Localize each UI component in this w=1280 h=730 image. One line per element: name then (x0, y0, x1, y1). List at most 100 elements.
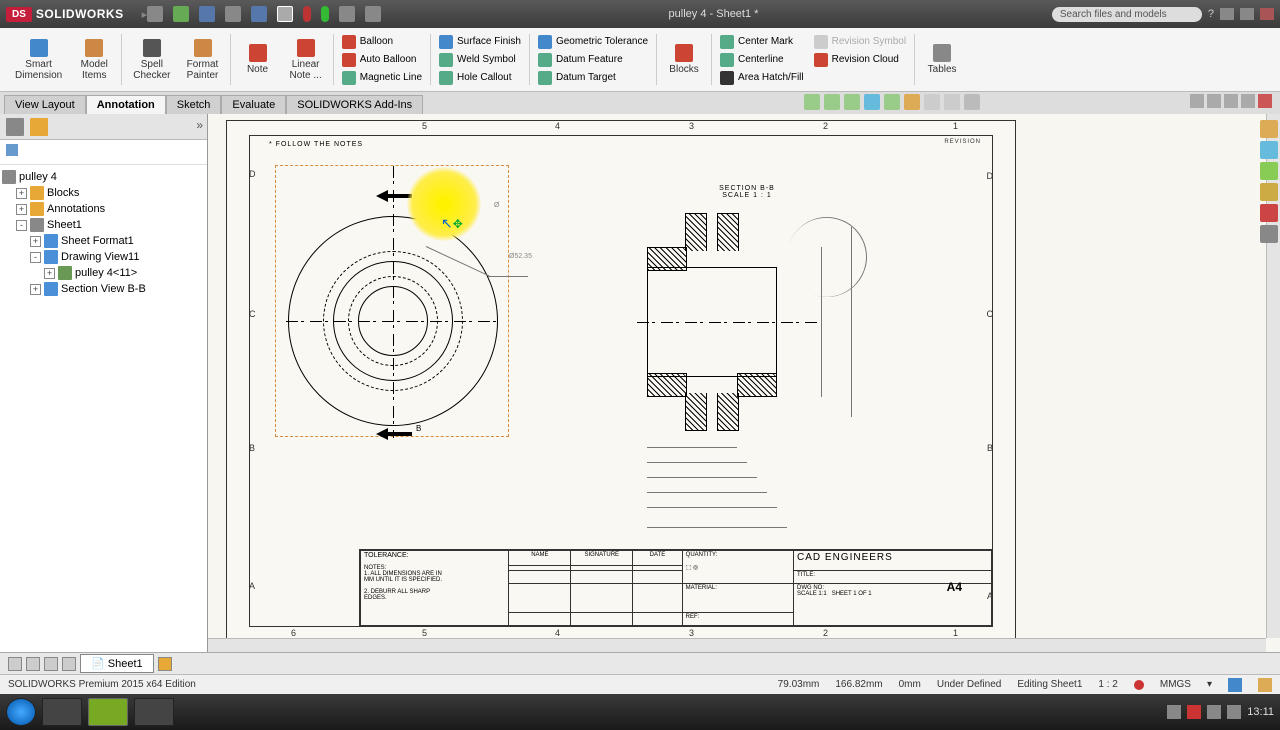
close-button[interactable] (1260, 8, 1274, 20)
balloon-button[interactable]: Balloon (338, 34, 426, 50)
tree-section-view[interactable]: +Section View B-B (30, 281, 205, 297)
last-sheet-icon[interactable] (62, 657, 76, 671)
first-sheet-icon[interactable] (8, 657, 22, 671)
minimize-button[interactable] (1220, 8, 1234, 20)
datum-feature-button[interactable]: Datum Feature (534, 52, 652, 68)
tray-flag-icon[interactable] (1167, 705, 1181, 719)
view-palette-icon[interactable] (1260, 183, 1278, 201)
tab-view-layout[interactable]: View Layout (4, 95, 86, 114)
section-view[interactable] (647, 207, 887, 537)
print-icon[interactable] (225, 6, 241, 22)
3d-view-icon[interactable] (944, 94, 960, 110)
centerline-button[interactable]: Centerline (716, 52, 808, 68)
more-icon[interactable] (365, 6, 381, 22)
open-icon[interactable] (173, 6, 189, 22)
tree-filter[interactable] (0, 140, 207, 165)
tree-sheet1[interactable]: -Sheet1 (16, 217, 205, 233)
expand-icon[interactable]: + (16, 188, 27, 199)
blocks-button[interactable]: Blocks (661, 30, 707, 89)
prev-sheet-icon[interactable] (26, 657, 40, 671)
taskbar-explorer[interactable] (42, 698, 82, 726)
tree-blocks[interactable]: +Blocks (16, 185, 205, 201)
collapse-icon[interactable]: - (30, 252, 41, 263)
weld-symbol-button[interactable]: Weld Symbol (435, 52, 525, 68)
zoom-area-icon[interactable] (824, 94, 840, 110)
tree-tab2-icon[interactable] (30, 118, 48, 136)
next-sheet-icon[interactable] (44, 657, 58, 671)
surface-finish-button[interactable]: Surface Finish (435, 34, 525, 50)
taskbar-solidworks[interactable] (88, 698, 128, 726)
linear-note-button[interactable]: Linear Note ... (283, 30, 329, 89)
area-hatch-button[interactable]: Area Hatch/Fill (716, 70, 808, 86)
geometric-tolerance-button[interactable]: Geometric Tolerance (534, 34, 652, 50)
tree-tab-icon[interactable] (6, 118, 24, 136)
hole-callout-button[interactable]: Hole Callout (435, 70, 525, 86)
resources-icon[interactable] (1260, 120, 1278, 138)
undo-icon[interactable] (251, 6, 267, 22)
add-sheet-icon[interactable] (158, 657, 172, 671)
tab-addins[interactable]: SOLIDWORKS Add-Ins (286, 95, 423, 114)
prev-view-icon[interactable] (844, 94, 860, 110)
expand-icon[interactable]: + (44, 268, 55, 279)
zoom-fit-icon[interactable] (804, 94, 820, 110)
center-mark-button[interactable]: Center Mark (716, 34, 808, 50)
format-painter-button[interactable]: Format Painter (180, 30, 226, 89)
collapse-tree-icon[interactable]: » (196, 118, 203, 132)
units-label[interactable]: MMGS (1160, 679, 1191, 690)
select-icon[interactable] (277, 6, 293, 22)
clock[interactable]: 13:11 (1247, 706, 1274, 718)
viewport-link-icon[interactable] (1241, 94, 1255, 108)
revision-symbol-button[interactable]: Revision Symbol (810, 34, 910, 50)
magnetic-line-button[interactable]: Magnetic Line (338, 70, 426, 86)
help-status-icon[interactable] (1228, 678, 1242, 692)
tab-evaluate[interactable]: Evaluate (221, 95, 286, 114)
viewport-single-icon[interactable] (1190, 94, 1204, 108)
tray-network-icon[interactable] (1187, 705, 1201, 719)
tab-annotation[interactable]: Annotation (86, 95, 166, 114)
file-explorer-icon[interactable] (1260, 162, 1278, 180)
tray-volume-icon[interactable] (1207, 705, 1221, 719)
new-icon[interactable] (147, 6, 163, 22)
viewport-four-icon[interactable] (1224, 94, 1238, 108)
search-input[interactable]: Search files and models (1052, 7, 1202, 22)
tab-sketch[interactable]: Sketch (166, 95, 222, 114)
datum-target-button[interactable]: Datum Target (534, 70, 652, 86)
viewport-two-icon[interactable] (1207, 94, 1221, 108)
collapse-icon[interactable]: - (16, 220, 27, 231)
tree-root[interactable]: pulley 4 (2, 169, 205, 185)
rebuild2-icon[interactable] (321, 6, 329, 22)
h-scrollbar[interactable] (208, 638, 1266, 652)
expand-icon[interactable]: + (30, 284, 41, 295)
taskbar-app3[interactable] (134, 698, 174, 726)
tree-pulley-ref[interactable]: +pulley 4<11> (44, 265, 205, 281)
rebuild-icon[interactable] (303, 6, 311, 22)
maximize-button[interactable] (1240, 8, 1254, 20)
units-dropdown-icon[interactable]: ▾ (1207, 679, 1212, 690)
design-library-icon[interactable] (1260, 141, 1278, 159)
rebuild-status-icon[interactable] (1258, 678, 1272, 692)
display-icon[interactable] (884, 94, 900, 110)
save-icon[interactable] (199, 6, 215, 22)
tree-drawing-view[interactable]: -Drawing View11 (30, 249, 205, 265)
start-button[interactable] (6, 698, 36, 726)
section-icon[interactable] (864, 94, 880, 110)
revision-cloud-button[interactable]: Revision Cloud (810, 52, 910, 68)
model-items-button[interactable]: Model Items (71, 30, 117, 89)
tables-button[interactable]: Tables (919, 30, 965, 89)
tree-sheet-format[interactable]: +Sheet Format1 (30, 233, 205, 249)
auto-balloon-button[interactable]: Auto Balloon (338, 52, 426, 68)
custom-props-icon[interactable] (1260, 225, 1278, 243)
extra-icon[interactable] (964, 94, 980, 110)
note-button[interactable]: Note (235, 30, 281, 89)
view-settings-icon[interactable] (924, 94, 940, 110)
drawing-canvas[interactable]: D D C C B B A A 6 5 4 3 2 1 5 4 3 2 1 * … (208, 114, 1280, 652)
tray-battery-icon[interactable] (1227, 705, 1241, 719)
tree-annotations[interactable]: +Annotations (16, 201, 205, 217)
expand-icon[interactable]: + (30, 236, 41, 247)
viewport-close-icon[interactable] (1258, 94, 1272, 108)
expand-icon[interactable]: + (16, 204, 27, 215)
spell-checker-button[interactable]: Spell Checker (126, 30, 177, 89)
smart-dimension-button[interactable]: Smart Dimension (8, 30, 69, 89)
sheet-tab-1[interactable]: 📄 Sheet1 (80, 654, 154, 673)
options-icon[interactable] (339, 6, 355, 22)
